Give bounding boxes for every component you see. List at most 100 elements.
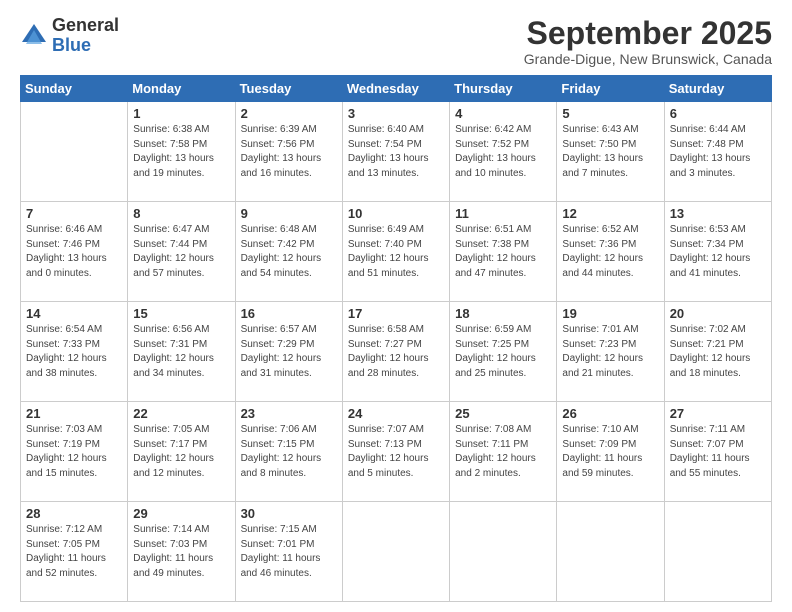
day-detail: Sunrise: 6:48 AMSunset: 7:42 PMDaylight:… — [241, 223, 337, 281]
calendar-day-cell: 7Sunrise: 6:46 AMSunset: 7:46 PMDaylight… — [21, 202, 128, 302]
calendar-day-cell — [664, 502, 771, 602]
day-number: 24 — [348, 406, 444, 421]
calendar-day-cell: 3Sunrise: 6:40 AMSunset: 7:54 PMDaylight… — [342, 102, 449, 202]
day-detail: Sunrise: 7:01 AMSunset: 7:23 PMDaylight:… — [562, 323, 658, 381]
calendar-day-header: Saturday — [664, 76, 771, 102]
day-number: 14 — [26, 306, 122, 321]
day-detail: Sunrise: 6:47 AMSunset: 7:44 PMDaylight:… — [133, 223, 229, 281]
day-detail: Sunrise: 6:39 AMSunset: 7:56 PMDaylight:… — [241, 123, 337, 181]
calendar-day-cell: 15 Sunrise: 6:56 AMSunset: 7:31 PMDayligh… — [128, 302, 235, 402]
page: General Blue September 2025 Grande-Digue… — [0, 0, 792, 612]
day-number: 16 — [241, 306, 337, 321]
logo-blue-text: Blue — [52, 36, 119, 56]
calendar-day-cell: 17 Sunrise: 6:58 AMSunset: 7:27 PMDayligh… — [342, 302, 449, 402]
day-detail: Sunrise: 7:12 AMSunset: 7:05 PMDaylight:… — [26, 523, 122, 581]
day-detail: Sunrise: 7:06 AMSunset: 7:15 PMDaylight:… — [241, 423, 337, 481]
calendar-day-cell — [342, 502, 449, 602]
calendar-day-cell: 2 Sunrise: 6:39 AMSunset: 7:56 PMDaylight… — [235, 102, 342, 202]
day-number: 25 — [455, 406, 551, 421]
calendar-day-header: Monday — [128, 76, 235, 102]
day-detail: Sunrise: 6:58 AMSunset: 7:27 PMDaylight:… — [348, 323, 444, 381]
day-detail: Sunrise: 7:05 AMSunset: 7:17 PMDaylight:… — [133, 423, 229, 481]
day-number: 13 — [670, 206, 766, 221]
day-number: 1 — [133, 106, 229, 121]
day-detail: Sunrise: 7:02 AMSunset: 7:21 PMDaylight:… — [670, 323, 766, 381]
calendar-table: SundayMondayTuesdayWednesdayThursdayFrid… — [20, 75, 772, 602]
day-number: 23 — [241, 406, 337, 421]
calendar-day-cell: 6 Sunrise: 6:44 AMSunset: 7:48 PMDaylight… — [664, 102, 771, 202]
day-number: 17 — [348, 306, 444, 321]
calendar-day-cell: 21Sunrise: 7:03 AMSunset: 7:19 PMDayligh… — [21, 402, 128, 502]
day-number: 10 — [348, 206, 444, 221]
logo-general-text: General — [52, 16, 119, 36]
day-detail: Sunrise: 6:42 AMSunset: 7:52 PMDaylight:… — [455, 123, 551, 181]
day-detail: Sunrise: 6:56 AMSunset: 7:31 PMDaylight:… — [133, 323, 229, 381]
title-block: September 2025 Grande-Digue, New Brunswi… — [524, 16, 772, 67]
day-number: 5 — [562, 106, 658, 121]
calendar-day-cell: 14 Sunrise: 6:54 AMSunset: 7:33 PMDayligh… — [21, 302, 128, 402]
day-number: 26 — [562, 406, 658, 421]
day-number: 4 — [455, 106, 551, 121]
day-number: 12 — [562, 206, 658, 221]
day-detail: Sunrise: 7:14 AMSunset: 7:03 PMDaylight:… — [133, 523, 229, 581]
calendar-day-cell: 12 Sunrise: 6:52 AMSunset: 7:36 PMDayligh… — [557, 202, 664, 302]
calendar-day-cell — [557, 502, 664, 602]
day-number: 27 — [670, 406, 766, 421]
day-detail: Sunrise: 6:57 AMSunset: 7:29 PMDaylight:… — [241, 323, 337, 381]
day-number: 7 — [26, 206, 122, 221]
day-detail: Sunrise: 6:53 AMSunset: 7:34 PMDaylight:… — [670, 223, 766, 281]
calendar-week-row: 14 Sunrise: 6:54 AMSunset: 7:33 PMDayligh… — [21, 302, 772, 402]
calendar-day-cell: 22 Sunrise: 7:05 AMSunset: 7:17 PMDayligh… — [128, 402, 235, 502]
calendar-day-cell: 23 Sunrise: 7:06 AMSunset: 7:15 PMDayligh… — [235, 402, 342, 502]
day-number: 21 — [26, 406, 122, 421]
calendar-day-cell: 5Sunrise: 6:43 AMSunset: 7:50 PMDaylight… — [557, 102, 664, 202]
day-detail: Sunrise: 6:52 AMSunset: 7:36 PMDaylight:… — [562, 223, 658, 281]
month-title: September 2025 — [524, 16, 772, 51]
calendar-day-header: Wednesday — [342, 76, 449, 102]
calendar-day-cell: 11Sunrise: 6:51 AMSunset: 7:38 PMDayligh… — [450, 202, 557, 302]
calendar-day-cell: 18 Sunrise: 6:59 AMSunset: 7:25 PMDayligh… — [450, 302, 557, 402]
calendar-day-cell: 16 Sunrise: 6:57 AMSunset: 7:29 PMDayligh… — [235, 302, 342, 402]
calendar-week-row: 28 Sunrise: 7:12 AMSunset: 7:05 PMDayligh… — [21, 502, 772, 602]
calendar-day-cell: 9Sunrise: 6:48 AMSunset: 7:42 PMDaylight… — [235, 202, 342, 302]
logo-text: General Blue — [52, 16, 119, 56]
day-number: 2 — [241, 106, 337, 121]
calendar-day-cell — [21, 102, 128, 202]
calendar-week-row: 7Sunrise: 6:46 AMSunset: 7:46 PMDaylight… — [21, 202, 772, 302]
calendar-header-row: SundayMondayTuesdayWednesdayThursdayFrid… — [21, 76, 772, 102]
day-detail: Sunrise: 7:11 AMSunset: 7:07 PMDaylight:… — [670, 423, 766, 481]
location: Grande-Digue, New Brunswick, Canada — [524, 51, 772, 67]
day-detail: Sunrise: 7:15 AMSunset: 7:01 PMDaylight:… — [241, 523, 337, 581]
day-detail: Sunrise: 6:44 AMSunset: 7:48 PMDaylight:… — [670, 123, 766, 181]
calendar-day-header: Thursday — [450, 76, 557, 102]
day-number: 15 — [133, 306, 229, 321]
day-number: 28 — [26, 506, 122, 521]
day-number: 19 — [562, 306, 658, 321]
calendar-day-cell: 13 Sunrise: 6:53 AMSunset: 7:34 PMDayligh… — [664, 202, 771, 302]
day-number: 3 — [348, 106, 444, 121]
calendar-day-header: Sunday — [21, 76, 128, 102]
calendar-day-cell: 24Sunrise: 7:07 AMSunset: 7:13 PMDayligh… — [342, 402, 449, 502]
logo: General Blue — [20, 16, 119, 56]
calendar-week-row: 21Sunrise: 7:03 AMSunset: 7:19 PMDayligh… — [21, 402, 772, 502]
calendar-day-cell: 1 Sunrise: 6:38 AMSunset: 7:58 PMDaylight… — [128, 102, 235, 202]
logo-icon — [20, 22, 48, 50]
header: General Blue September 2025 Grande-Digue… — [20, 16, 772, 67]
calendar-day-cell: 4 Sunrise: 6:42 AMSunset: 7:52 PMDaylight… — [450, 102, 557, 202]
calendar-day-cell: 26Sunrise: 7:10 AMSunset: 7:09 PMDayligh… — [557, 402, 664, 502]
day-detail: Sunrise: 6:49 AMSunset: 7:40 PMDaylight:… — [348, 223, 444, 281]
calendar-day-header: Friday — [557, 76, 664, 102]
day-number: 8 — [133, 206, 229, 221]
day-number: 6 — [670, 106, 766, 121]
calendar-day-cell: 10 Sunrise: 6:49 AMSunset: 7:40 PMDayligh… — [342, 202, 449, 302]
day-number: 18 — [455, 306, 551, 321]
day-number: 11 — [455, 206, 551, 221]
day-number: 30 — [241, 506, 337, 521]
day-detail: Sunrise: 6:54 AMSunset: 7:33 PMDaylight:… — [26, 323, 122, 381]
calendar-day-cell — [450, 502, 557, 602]
calendar-day-header: Tuesday — [235, 76, 342, 102]
calendar-day-cell: 28 Sunrise: 7:12 AMSunset: 7:05 PMDayligh… — [21, 502, 128, 602]
day-number: 22 — [133, 406, 229, 421]
day-detail: Sunrise: 6:59 AMSunset: 7:25 PMDaylight:… — [455, 323, 551, 381]
day-detail: Sunrise: 6:38 AMSunset: 7:58 PMDaylight:… — [133, 123, 229, 181]
